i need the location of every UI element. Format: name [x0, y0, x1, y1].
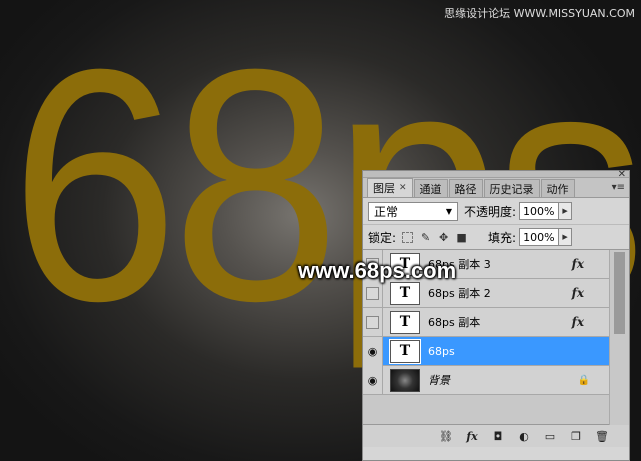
panel-bottom-toolbar: ⛓ fx ◘ ◐ ▭ ❐ 🗑 [363, 425, 629, 447]
layer-row-selected[interactable]: ◉ T 68ps [363, 336, 610, 366]
opacity-label: 不透明度: [464, 204, 517, 219]
panel-menu-icon[interactable]: ▾≡ [612, 182, 625, 193]
chevron-down-icon: ▼ [445, 206, 452, 216]
layer-row[interactable]: T 68ps 副本 fx [363, 307, 610, 337]
text-layer-thumbnail: T [390, 281, 420, 305]
layer-row[interactable]: ◉ 背景 🔒 [363, 365, 610, 395]
panel-tabbar: 图层 ✕ 通道 路径 历史记录 动作 ▾≡ [363, 178, 629, 198]
blend-mode-value: 正常 [374, 204, 399, 219]
visibility-toggle[interactable]: ◉ [363, 365, 383, 395]
tab-actions[interactable]: 动作 [540, 179, 575, 197]
eye-icon: ◉ [367, 344, 378, 358]
blend-row: 正常 ▼ 不透明度: 100% ▶ [363, 198, 629, 224]
fill-label: 填充: [488, 230, 517, 245]
scrollbar-thumb[interactable] [614, 252, 625, 334]
text-layer-thumbnail: T [389, 338, 421, 364]
fx-icon[interactable]: fx [572, 286, 584, 300]
blend-mode-select[interactable]: 正常 ▼ [368, 201, 458, 221]
layer-name: 68ps [428, 344, 455, 358]
panel-titlebar[interactable]: ✕ [363, 170, 629, 180]
opacity-slider-button[interactable]: ▶ [559, 202, 573, 220]
visibility-toggle[interactable]: ◉ [363, 336, 383, 366]
mask-icon[interactable]: ◘ [491, 430, 505, 443]
lock-row: 锁定: ✎ ✥ ■ 填充: 100% ▶ [363, 224, 629, 250]
folder-icon[interactable]: ▭ [543, 430, 557, 443]
fill-slider-button[interactable]: ▶ [559, 228, 573, 246]
link-icon[interactable]: ⛓ [439, 430, 453, 443]
layer-lock-icon: 🔒 [577, 374, 590, 386]
tab-close-icon[interactable]: ✕ [399, 183, 407, 193]
fx-icon[interactable]: fx [572, 315, 584, 329]
tab-paths[interactable]: 路径 [448, 179, 483, 197]
text-layer-thumbnail: T [390, 310, 420, 334]
eye-icon: ◉ [367, 373, 378, 387]
watermark-top: 思缘设计论坛 WWW.MISSYUAN.COM [444, 7, 635, 20]
lock-move-icon[interactable]: ✥ [437, 231, 450, 244]
lock-all-icon[interactable]: ■ [455, 231, 468, 244]
tab-label: 历史记录 [489, 182, 534, 196]
visibility-off-icon [366, 286, 379, 300]
layer-name: 背景 [428, 374, 450, 387]
tab-layers[interactable]: 图层 ✕ [367, 178, 413, 197]
background-layer-thumbnail [390, 368, 420, 392]
trash-icon[interactable]: 🗑 [595, 430, 609, 443]
layer-name: 68ps 副本 [428, 316, 481, 329]
fx-icon[interactable]: fx [572, 257, 584, 271]
tab-label: 通道 [419, 182, 442, 196]
new-layer-icon[interactable]: ❐ [569, 430, 583, 443]
layer-name: 68ps 副本 2 [428, 287, 491, 300]
visibility-off-icon [366, 315, 379, 329]
tab-history[interactable]: 历史记录 [483, 179, 540, 197]
visibility-toggle[interactable] [363, 307, 383, 337]
watermark-middle: www.68ps.com [298, 258, 457, 283]
adjustment-icon[interactable]: ◐ [517, 430, 531, 443]
lock-label: 锁定: [368, 230, 397, 245]
tab-channels[interactable]: 通道 [413, 179, 448, 197]
tab-label: 路径 [454, 182, 477, 196]
fill-input[interactable]: 100% [519, 228, 560, 246]
lock-brush-icon[interactable]: ✎ [419, 231, 432, 244]
opacity-input[interactable]: 100% [519, 202, 560, 220]
fx-icon[interactable]: fx [465, 430, 479, 443]
layers-scrollbar[interactable] [609, 250, 629, 425]
tab-label: 图层 [373, 182, 395, 195]
tab-label: 动作 [546, 182, 569, 196]
layers-panel: ✕ 图层 ✕ 通道 路径 历史记录 动作 ▾≡ 正常 ▼ 不透明度: 100% … [362, 170, 630, 461]
lock-transparent-icon[interactable] [401, 231, 414, 244]
